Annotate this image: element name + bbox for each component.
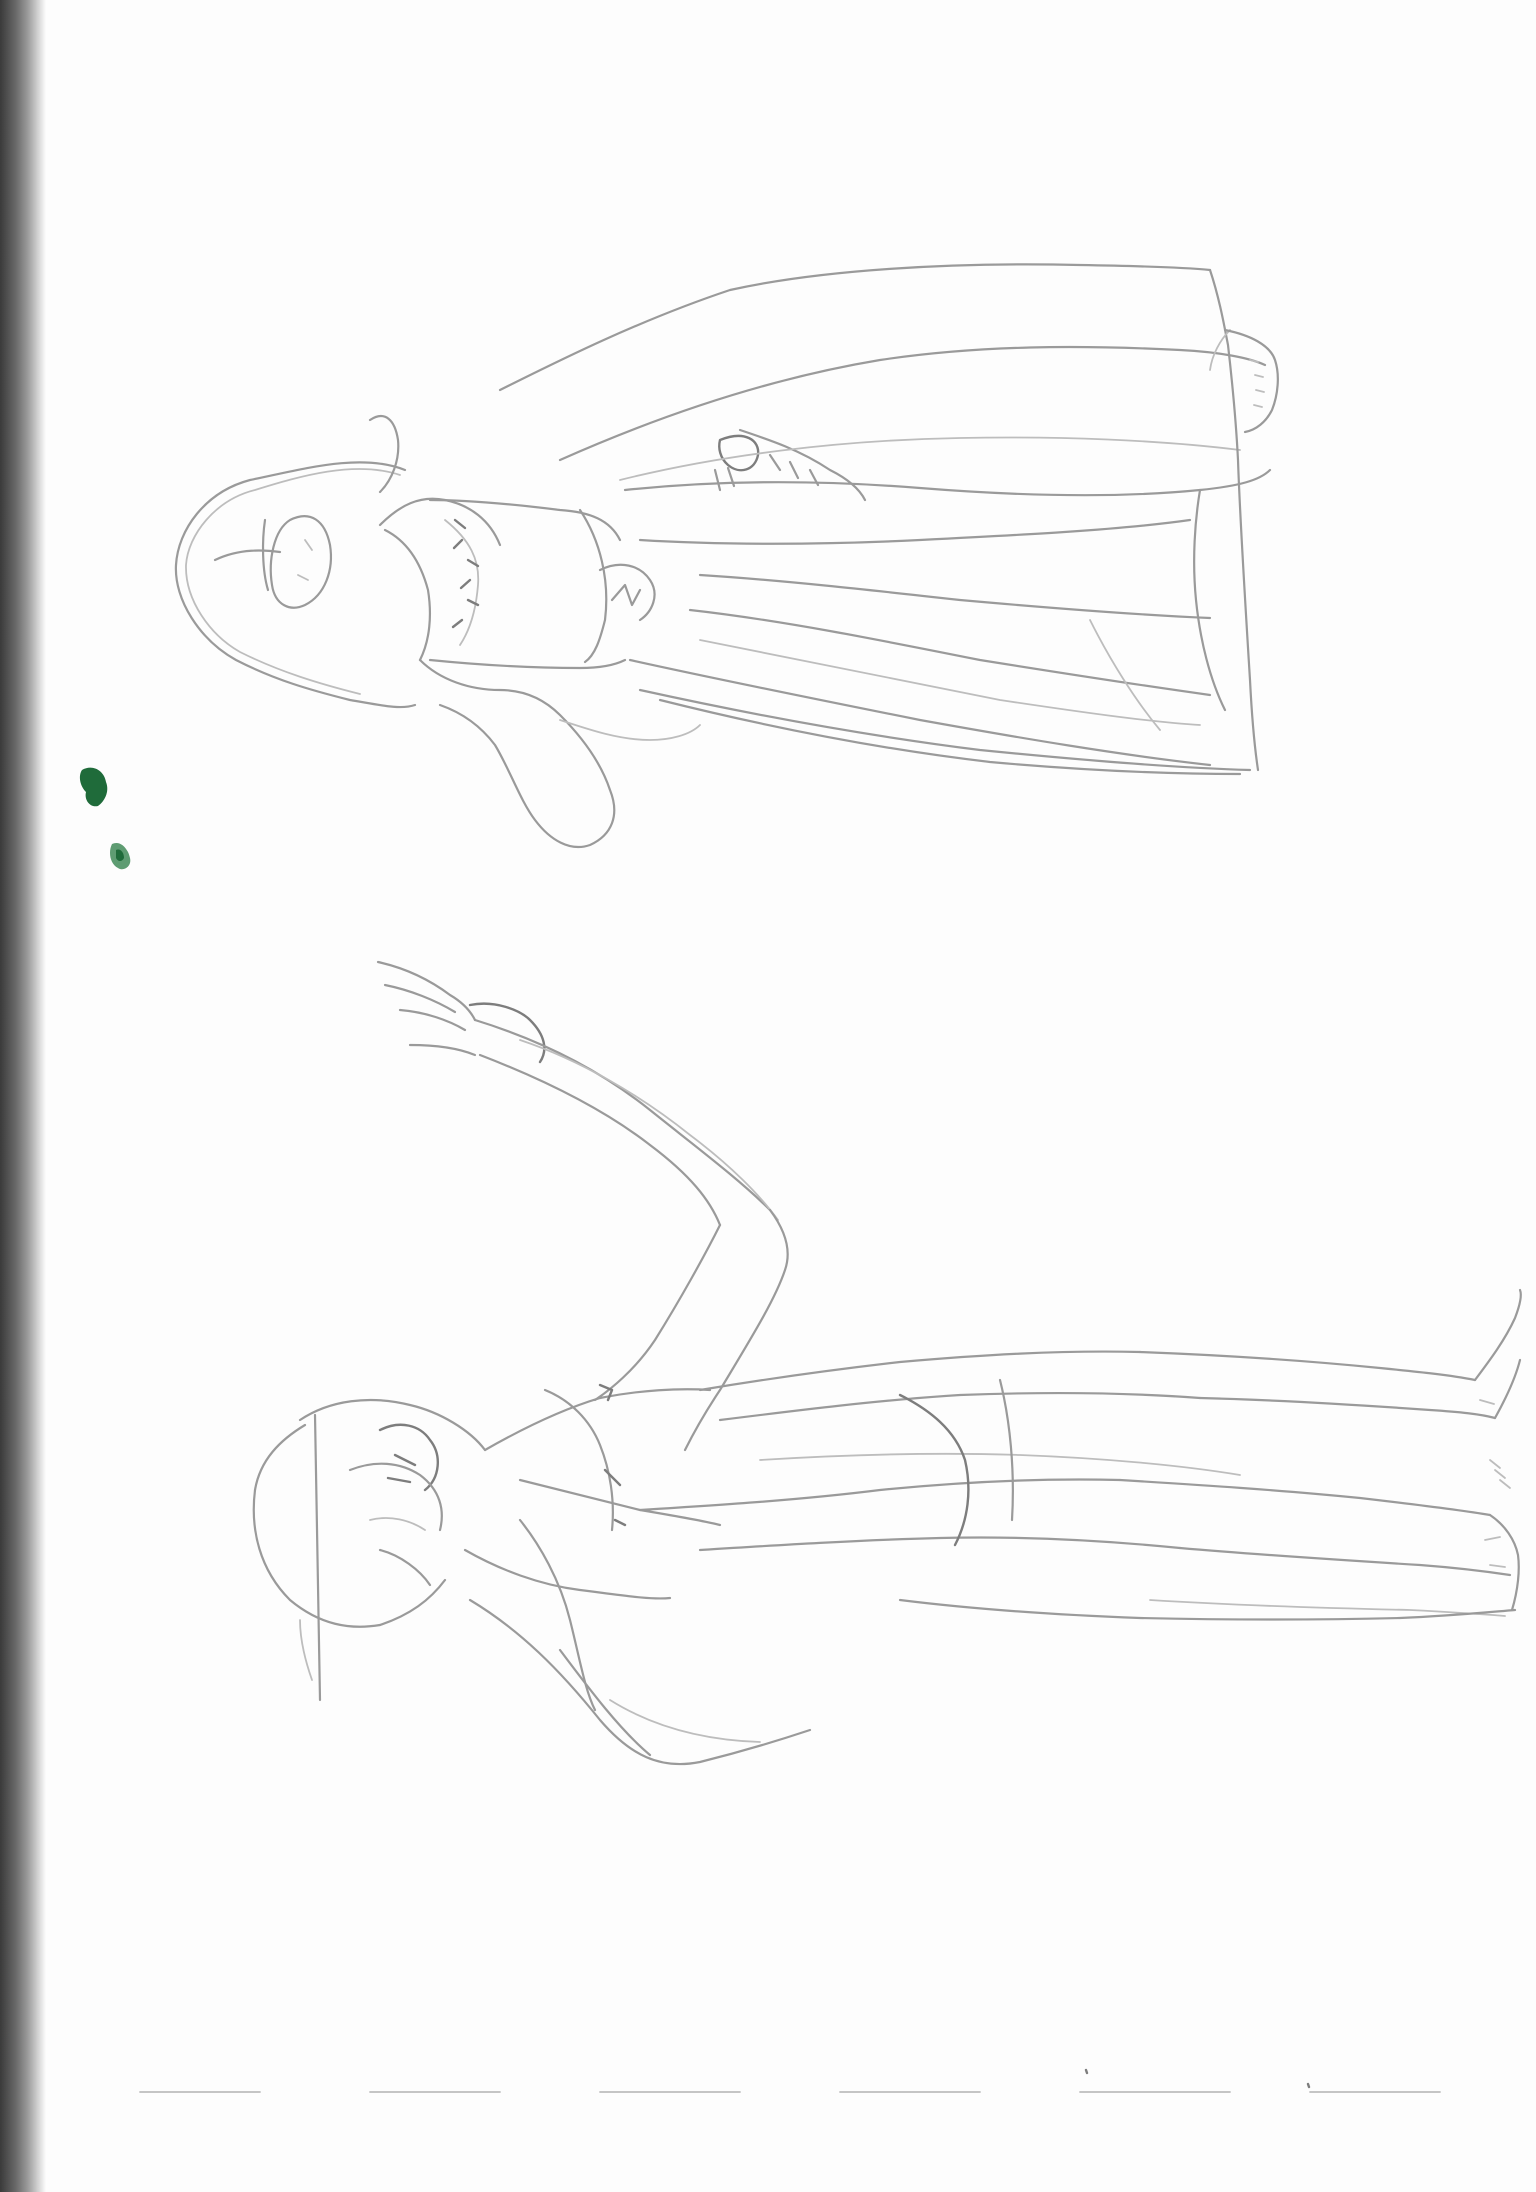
sketch-page [0,0,1536,2192]
green-paint-stain [79,767,131,870]
reaching-figure-sketch [252,960,1522,1766]
sketch-canvas [79,263,1522,2093]
bottom-dash-marks [139,2068,1441,2093]
hooded-robed-figure-sketch [174,263,1279,849]
